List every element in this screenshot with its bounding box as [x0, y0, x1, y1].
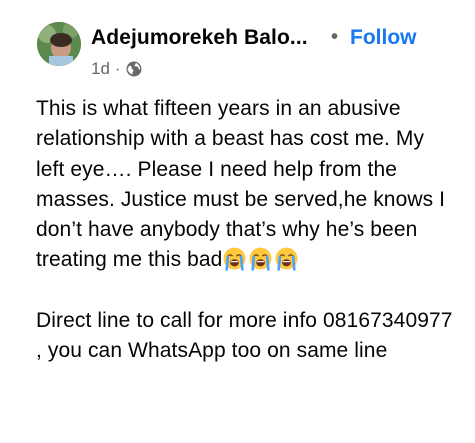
loudly-crying-face-icon [224, 248, 246, 272]
loudly-crying-face-icon [276, 248, 298, 272]
post-text-contact: Direct line to call for more info 081673… [36, 309, 453, 363]
post-paragraph: This is what fifteen years in an abusive… [36, 94, 456, 276]
post-card: Adejumorekeh Balo... • Follow 1d · This … [0, 0, 475, 443]
globe-icon [126, 61, 142, 77]
timestamp[interactable]: 1d [91, 59, 110, 79]
meta-separator: · [114, 59, 121, 78]
follow-button[interactable]: Follow [350, 26, 417, 50]
post-text: This is what fifteen years in an abusive… [36, 97, 446, 272]
loudly-crying-face-icon [250, 248, 272, 272]
emoji-group [222, 248, 300, 272]
author-name[interactable]: Adejumorekeh Balo... [91, 26, 308, 50]
avatar[interactable] [37, 22, 81, 66]
avatar-image [37, 22, 81, 66]
post-paragraph-contact: Direct line to call for more info 081673… [36, 306, 456, 367]
post-body: This is what fifteen years in an abusive… [36, 94, 456, 367]
header-separator: • [331, 26, 339, 48]
post-meta: 1d · [91, 59, 142, 79]
